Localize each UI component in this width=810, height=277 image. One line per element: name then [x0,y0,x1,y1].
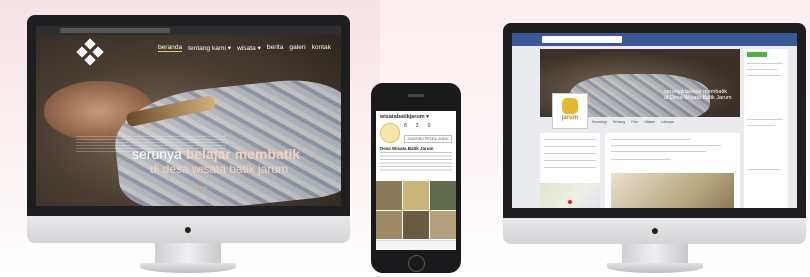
hero-title-bold: belajar membatik [185,146,301,162]
hero-title-normal: serunya [132,146,186,162]
tab-lainnya[interactable]: Lainnya [661,120,673,124]
nav-kontak[interactable]: kontak [312,44,331,52]
facebook-top-bar [512,33,797,46]
stat-following[interactable]: 0 [428,123,431,129]
tab-kronologi[interactable]: Kronologi [592,120,607,124]
facebook-screen: serunya belajar membatik di Desa Wisata … [512,33,797,208]
tab-tentang[interactable]: Tentang [613,120,625,124]
site-nav: beranda tentang kami ▾ wisata ▾ berita g… [157,44,331,52]
nav-galeri[interactable]: galeri [289,44,305,52]
logo-diamond-icon [84,54,96,66]
monitor-stand [622,244,688,265]
grid-photo[interactable] [430,181,456,210]
profile-wordmark: jarum [561,115,579,121]
logo-diamond-icon [84,38,96,50]
slider-dots [198,186,213,189]
profile-display-name: Desa Wisata Batik Jarum [380,146,434,151]
apple-logo-icon: ● [183,221,193,237]
profile-avatar[interactable] [380,123,400,143]
post-photo[interactable] [611,173,734,208]
page-profile-picture[interactable]: jarum [552,93,588,129]
page-tabs: Kronologi Tentang Foto Ulasan Lainnya [592,120,673,124]
map-pin-icon [568,200,572,204]
tab-foto[interactable]: Foto [631,120,638,124]
logo-diamond-icon [92,46,104,58]
monitor-stand [155,243,221,265]
grid-photo[interactable] [376,181,402,210]
home-button [408,255,425,272]
apple-logo-icon: ● [650,222,660,238]
grid-photo[interactable] [403,181,429,210]
right-column [744,49,788,208]
photo-grid [376,181,456,239]
nav-beranda[interactable]: beranda [157,44,183,52]
smartphone: wisatabatikjarum ▾ 8 3 0 SUNTING PROFIL … [371,83,461,273]
slider-dot[interactable] [204,186,207,189]
url-field[interactable] [60,28,170,33]
profile-bio [380,152,452,172]
nav-tentang-kami[interactable]: tentang kami ▾ [188,44,231,52]
facebook-search-input[interactable] [542,36,622,43]
grid-photo[interactable] [403,210,429,239]
site-logo[interactable] [76,38,104,66]
grid-photo[interactable] [376,210,402,239]
grid-photo[interactable] [430,210,456,239]
cover-text: serunya belajar membatik di Desa Wisata … [664,89,732,101]
profile-stats: 8 3 0 [404,123,430,129]
stat-followers[interactable]: 3 [416,123,419,129]
slider-dot[interactable] [198,186,201,189]
timeline-post [605,133,740,208]
bottom-tab-bar [376,240,456,250]
location-map[interactable] [540,183,600,208]
logo-diamond-icon [76,46,88,58]
instagram-screen: wisatabatikjarum ▾ 8 3 0 SUNTING PROFIL … [376,111,456,250]
tab-ulasan[interactable]: Ulasan [644,120,655,124]
hero-title: serunya belajar membatik [132,146,300,162]
browser-bar [36,26,341,35]
nav-wisata[interactable]: wisata ▾ [237,44,261,52]
phone-speaker [408,94,424,97]
nav-berita[interactable]: berita [267,44,284,52]
slider-dot[interactable] [210,186,213,189]
stat-posts: 8 [404,123,407,129]
like-page-button[interactable] [747,52,767,57]
edit-profile-button[interactable]: SUNTING PROFIL ANDA [404,135,452,143]
cover-text-line2: di Desa Wisata Batik Jarum [664,95,732,101]
website-screen: beranda tentang kami ▾ wisata ▾ berita g… [36,26,341,206]
instagram-username[interactable]: wisatabatikjarum ▾ [380,114,429,120]
batik-logo-icon [562,98,578,114]
hero-subtitle: di desa wisata batik jarum [150,162,289,176]
